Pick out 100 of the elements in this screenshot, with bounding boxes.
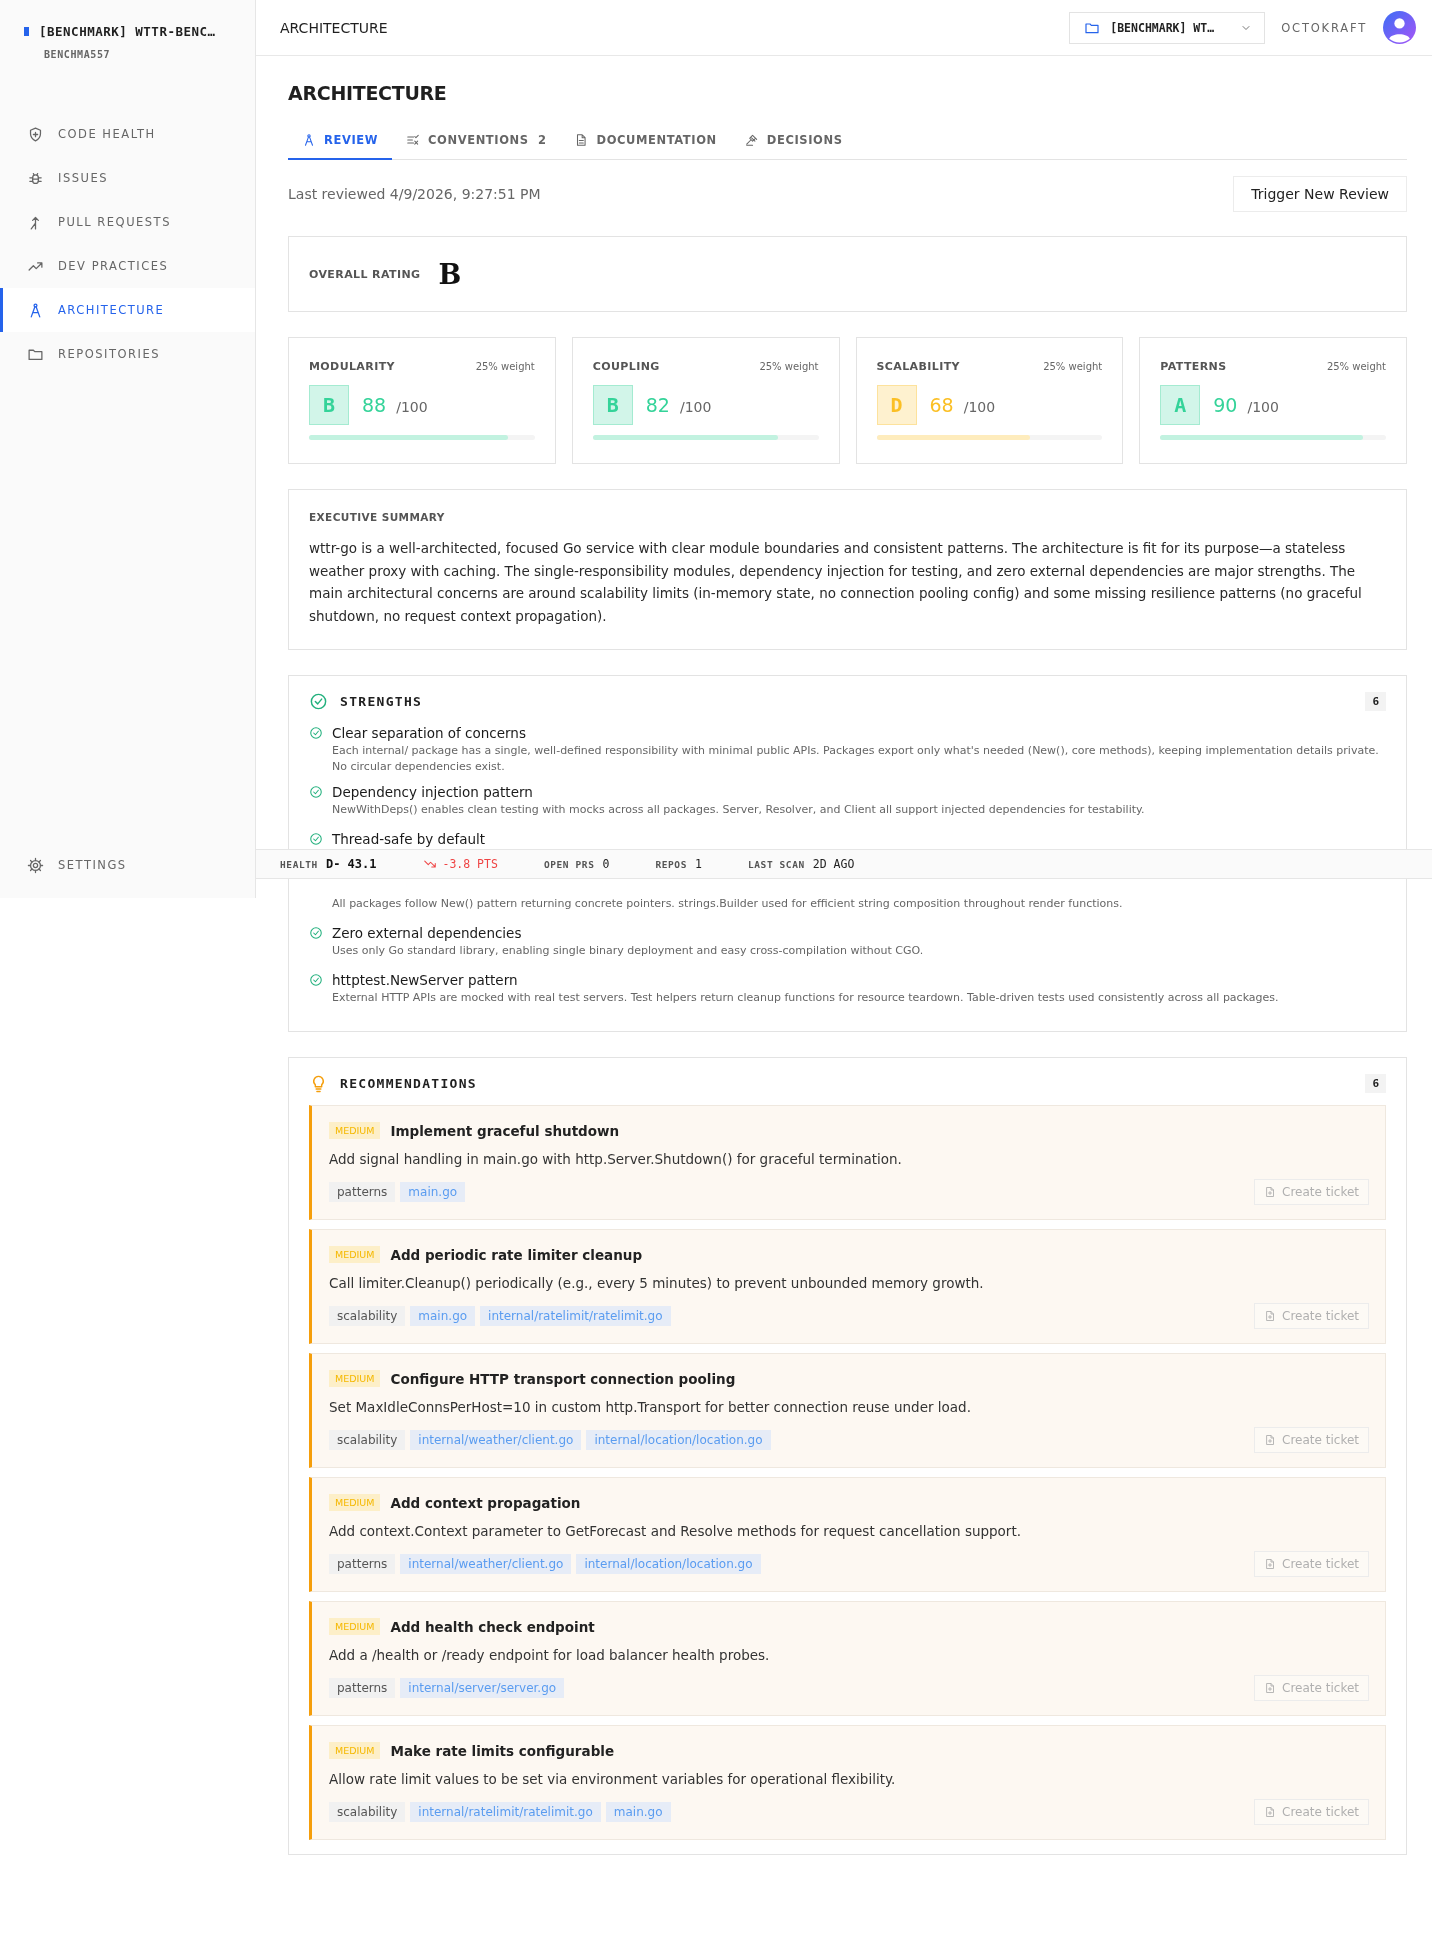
section-title: RECOMMENDATIONS — [340, 1076, 477, 1091]
sidebar-item[interactable]: CODE HEALTH — [0, 112, 255, 156]
document-plus-icon — [1264, 1310, 1277, 1322]
overall-rating-label: OVERALL RATING — [309, 267, 421, 281]
repo-selector[interactable]: [BENCHMARK] WT… — [1069, 11, 1266, 44]
metric-name: PATTERNS — [1160, 360, 1227, 373]
trend-down-icon — [422, 857, 437, 871]
recommendation-title: Configure HTTP transport connection pooling — [390, 1370, 736, 1387]
trigger-review-button[interactable]: Trigger New Review — [1233, 176, 1407, 212]
metric-name: SCALABILITY — [876, 360, 960, 373]
category-tag: scalability — [329, 1306, 406, 1326]
settings-icon — [27, 856, 44, 874]
file-tag[interactable]: main.go — [400, 1182, 466, 1202]
overall-grade: B — [438, 258, 462, 290]
count-badge: 6 — [1365, 1074, 1386, 1093]
recommendation-title: Add health check endpoint — [390, 1618, 595, 1635]
status-label: OPEN PRS — [543, 858, 595, 870]
recommendation-description: Call limiter.Cleanup() periodically (e.g., every 5 minutes) to prevent unbounded memory growth. — [329, 1275, 985, 1291]
avatar-icon[interactable] — [1383, 11, 1416, 44]
score-value: 90 — [1213, 394, 1238, 416]
strength-title: Clear separation of concerns — [332, 725, 526, 741]
recommendation-description: Allow rate limit values to be set via environment variables for operational flexibility. — [329, 1771, 897, 1787]
document-plus-icon — [1264, 1186, 1277, 1198]
category-tag: patterns — [329, 1554, 396, 1574]
metric-weight: 25% weight — [1043, 361, 1103, 372]
recommendation-description: Add signal handling in main.go with http.Server.Shutdown() for graceful termination. — [329, 1151, 903, 1167]
status-label: LAST SCAN — [747, 858, 805, 870]
strength-title: Zero external dependencies — [332, 925, 522, 941]
user-name: OCTOKRAFT — [1281, 20, 1367, 35]
priority-badge: MEDIUM — [329, 1122, 381, 1139]
file-tag[interactable]: main.go — [410, 1306, 476, 1326]
strength-description: NewWithDeps() enables clean testing with mocks across all packages. Server, Resolver, and Client all support injected dependencies for testability. — [332, 802, 1146, 818]
score-value: 88 — [362, 394, 387, 416]
list-check-icon — [406, 133, 421, 147]
metric-weight: 25% weight — [1326, 361, 1386, 372]
repos-value: 1 — [695, 857, 702, 871]
grade-badge: B — [592, 385, 633, 425]
priority-badge: MEDIUM — [329, 1246, 381, 1263]
tab[interactable]: CONVENTIONS 2 — [392, 124, 561, 160]
file-tag[interactable]: main.go — [605, 1802, 671, 1822]
shield-icon — [27, 125, 44, 143]
metric-weight: 25% weight — [759, 361, 819, 372]
file-tag[interactable]: internal/ratelimit/ratelimit.go — [480, 1306, 671, 1326]
check-circle-icon — [309, 832, 323, 846]
trend-value: -3.8 PTS — [442, 857, 498, 871]
score-max: /100 — [1247, 398, 1279, 415]
section-title: STRENGTHS — [340, 694, 423, 709]
file-tag[interactable]: internal/weather/client.go — [410, 1430, 582, 1450]
recommendation-description: Add context.Context parameter to GetForecast and Resolve methods for request cancellation support. — [329, 1523, 1022, 1539]
tab[interactable]: REVIEW — [288, 124, 393, 160]
recommendation-description: Set MaxIdleConnsPerHost=10 in custom http.Transport for better connection reuse under load. — [329, 1399, 972, 1415]
check-circle-icon — [309, 926, 323, 940]
document-plus-icon — [1264, 1806, 1277, 1818]
strength-description: External HTTP APIs are mocked with real test servers. Test helpers return cleanup functions for resource teardown. Table-driven tests used consistently across all packages. — [332, 990, 1280, 1006]
last-scan-value: 2D AGO — [812, 857, 855, 871]
priority-badge: MEDIUM — [329, 1618, 381, 1635]
org-name: BENCHMA557 — [44, 49, 112, 60]
category-tag: scalability — [329, 1802, 406, 1822]
score-value: 82 — [645, 394, 670, 416]
settings-link[interactable]: SETTINGS — [0, 843, 255, 887]
document-plus-icon — [1264, 1682, 1277, 1694]
open-prs-value: 0 — [602, 857, 610, 871]
file-tag[interactable]: internal/location/location.go — [586, 1430, 771, 1450]
score-max: /100 — [396, 398, 428, 415]
priority-badge: MEDIUM — [329, 1742, 381, 1759]
tab[interactable]: DECISIONS — [730, 124, 857, 160]
summary-text: wttr-go is a well-architected, focused Go service with clear module boundaries and consistent patterns. The architecture is fit for its purpose—a stateless weather proxy with caching. The single-responsibility modules, dependency injection for testing, and zero external dependencies are major strengths. The main architectural concerns are around scalability limits (in-memory state, no connection pooling config) and some missing resilience patterns (no graceful shutdown, no request context propagation). — [309, 539, 1363, 626]
check-circle-icon — [309, 726, 323, 740]
file-tag[interactable]: internal/ratelimit/ratelimit.go — [410, 1802, 601, 1822]
priority-badge: MEDIUM — [329, 1494, 381, 1511]
recommendation-title: Implement graceful shutdown — [390, 1122, 620, 1139]
sidebar-item[interactable]: ARCHITECTURE — [0, 288, 255, 332]
sidebar-item[interactable]: REPOSITORIES — [0, 332, 255, 376]
document-plus-icon — [1264, 1558, 1277, 1570]
tab[interactable]: DOCUMENTATION — [560, 124, 731, 160]
project-name[interactable]: [BENCHMARK] WTTR-BENC… — [39, 24, 216, 39]
sidebar-item[interactable]: PULL REQUESTS — [0, 200, 255, 244]
metric-name: MODULARITY — [309, 360, 395, 373]
status-label: REPOS — [655, 858, 687, 870]
strength-title: Dependency injection pattern — [332, 784, 533, 800]
grade-badge: D — [876, 385, 917, 425]
file-tag[interactable]: internal/server/server.go — [400, 1678, 565, 1698]
category-tag: scalability — [329, 1430, 406, 1450]
health-value: D- 43.1 — [325, 857, 377, 871]
strength-title: httptest.NewServer pattern — [332, 972, 518, 988]
file-tag[interactable]: internal/location/location.go — [576, 1554, 761, 1574]
recommendation-title: Make rate limits configurable — [390, 1742, 615, 1759]
breadcrumb: ARCHITECTURE — [280, 19, 388, 36]
sidebar-item[interactable]: ISSUES — [0, 156, 255, 200]
sidebar-item[interactable]: DEV PRACTICES — [0, 244, 255, 288]
metric-name: COUPLING — [592, 360, 660, 373]
score-max: /100 — [679, 398, 712, 415]
category-tag: patterns — [329, 1182, 396, 1202]
compass-icon — [302, 133, 316, 147]
priority-badge: MEDIUM — [329, 1370, 381, 1387]
recommendation-description: Add a /health or /ready endpoint for load balancer health probes. — [329, 1647, 771, 1663]
recommendation-title: Add context propagation — [390, 1494, 581, 1511]
strength-description: Each internal/ package has a single, well-defined responsibility with minimal public APIs. Packages export only what's needed (New(), core methods), keeping implementation details private. No circular dependencies exist. — [332, 743, 1380, 775]
count-badge: 6 — [1365, 692, 1386, 711]
file-tag[interactable]: internal/weather/client.go — [400, 1554, 572, 1574]
